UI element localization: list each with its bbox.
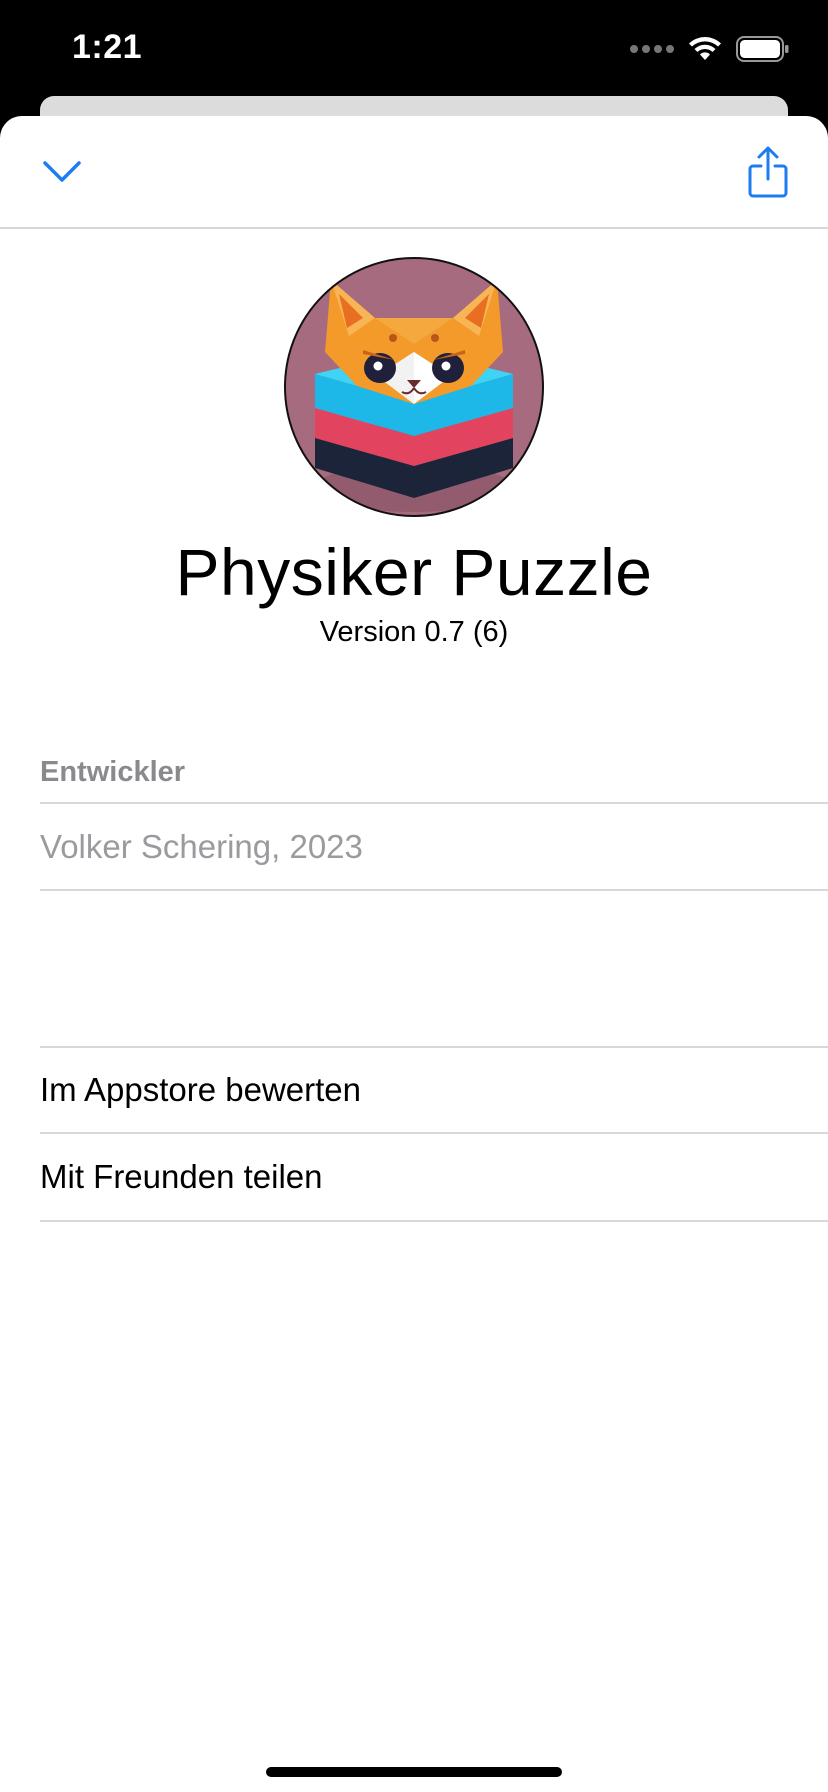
wifi-icon	[689, 37, 721, 60]
about-sheet: Physiker Puzzle Version 0.7 (6) Entwickl…	[0, 116, 828, 1792]
rate-in-appstore-button[interactable]: Im Appstore bewerten	[40, 1046, 828, 1134]
status-icons	[630, 36, 790, 62]
cellular-signal-icon	[630, 45, 674, 53]
share-icon	[748, 146, 788, 198]
share-with-friends-button[interactable]: Mit Freunden teilen	[40, 1134, 828, 1222]
developer-section-header: Entwickler	[40, 756, 186, 788]
chevron-down-icon	[43, 161, 81, 182]
app-title: Physiker Puzzle	[175, 535, 653, 609]
status-time: 1:21	[72, 28, 143, 66]
share-with-friends-label: Mit Freunden teilen	[40, 1158, 323, 1195]
app-icon	[284, 257, 544, 517]
rate-in-appstore-label: Im Appstore bewerten	[40, 1071, 362, 1108]
app-version: Version 0.7 (6)	[319, 616, 509, 648]
developer-name: Volker Schering, 2023	[40, 827, 363, 865]
dismiss-button[interactable]	[30, 140, 94, 204]
nav-bar	[0, 116, 828, 229]
battery-icon	[736, 36, 789, 62]
share-button[interactable]	[736, 140, 800, 204]
developer-row: Volker Schering, 2023	[40, 802, 828, 891]
home-indicator[interactable]	[266, 1767, 562, 1777]
status-bar: 1:21	[0, 0, 828, 100]
